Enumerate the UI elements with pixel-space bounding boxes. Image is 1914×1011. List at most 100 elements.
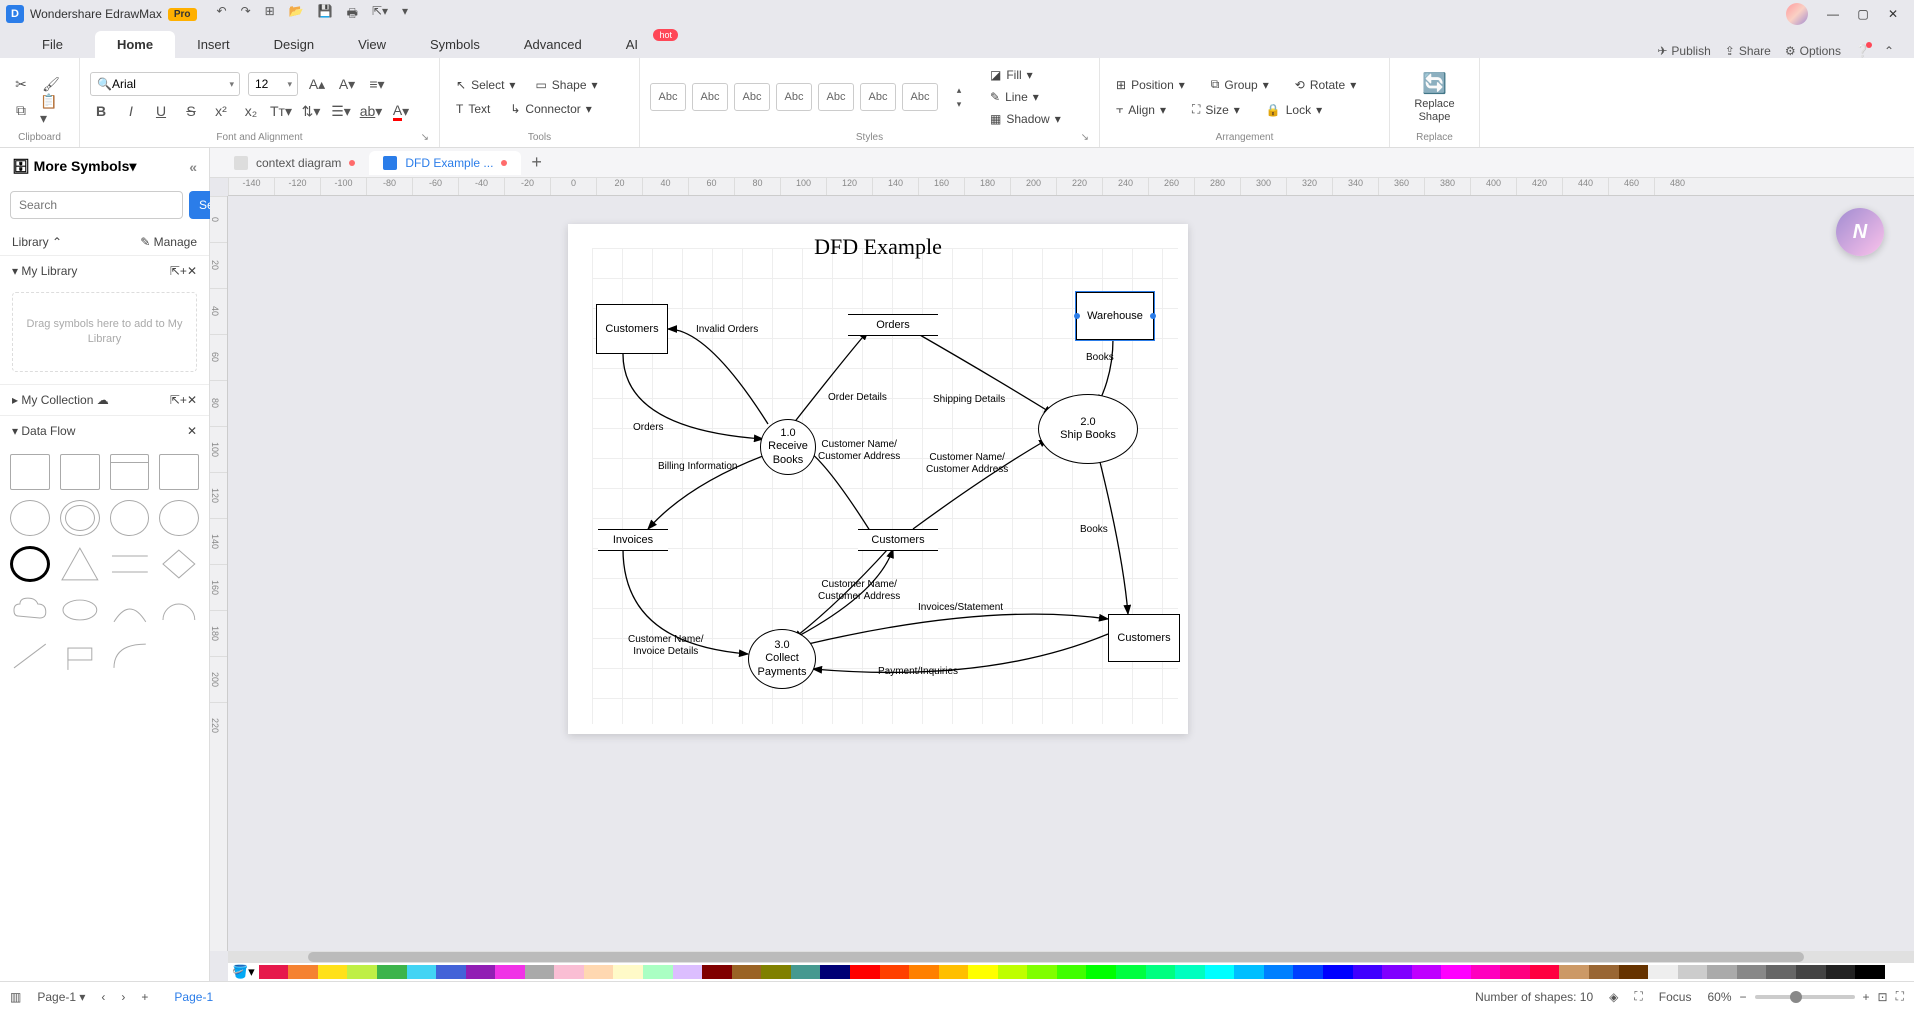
- color-swatch[interactable]: [1175, 965, 1205, 979]
- color-swatch[interactable]: [495, 965, 525, 979]
- color-swatch[interactable]: [1737, 965, 1767, 979]
- shape-rect[interactable]: [10, 454, 50, 490]
- drop-area[interactable]: Drag symbols here to add to My Library: [12, 292, 197, 372]
- horizontal-scrollbar[interactable]: [228, 951, 1914, 963]
- color-swatch[interactable]: [1146, 965, 1176, 979]
- shape-rect2[interactable]: [60, 454, 100, 490]
- connector-tool[interactable]: ↳ Connector ▾: [504, 99, 597, 119]
- color-swatch[interactable]: [1205, 965, 1235, 979]
- mycoll-import-icon[interactable]: ⇱: [170, 393, 180, 407]
- style-preset-2[interactable]: Abc: [692, 83, 728, 111]
- color-swatch[interactable]: [880, 965, 910, 979]
- position-dropdown[interactable]: ⊞ Position ▾: [1110, 75, 1191, 95]
- zoom-slider[interactable]: [1755, 995, 1855, 999]
- menu-symbols[interactable]: Symbols: [408, 31, 502, 58]
- paste-icon[interactable]: 📋▾: [40, 99, 62, 121]
- dataflow-close-icon[interactable]: ✕: [187, 424, 197, 438]
- shape-cloud[interactable]: [10, 592, 50, 628]
- style-prev-icon[interactable]: ▴: [948, 84, 970, 96]
- italic-icon[interactable]: I: [120, 100, 142, 122]
- color-swatch[interactable]: [288, 965, 318, 979]
- ai-assistant-button[interactable]: N: [1836, 208, 1884, 256]
- styles-launcher-icon[interactable]: ↘: [1081, 132, 1089, 143]
- dataflow-section[interactable]: ▾ Data Flow: [12, 424, 75, 438]
- color-swatch[interactable]: [820, 965, 850, 979]
- subscript-icon[interactable]: x₂: [240, 100, 262, 122]
- redo-icon[interactable]: ↷: [241, 4, 251, 25]
- color-swatch[interactable]: [1323, 965, 1353, 979]
- color-swatch[interactable]: [1530, 965, 1560, 979]
- color-swatch[interactable]: [1589, 965, 1619, 979]
- fit-page-icon[interactable]: ⊡: [1878, 990, 1888, 1004]
- decrease-font-icon[interactable]: A▾: [336, 73, 358, 95]
- shape-halfcircle[interactable]: [159, 592, 199, 628]
- shape-arc[interactable]: [110, 638, 150, 674]
- color-swatch[interactable]: [377, 965, 407, 979]
- color-swatch[interactable]: [1766, 965, 1796, 979]
- font-family-dropdown[interactable]: 🔍 Arial: [90, 72, 240, 96]
- fullscreen-icon[interactable]: ⛶: [1896, 989, 1904, 1004]
- mylib-import-icon[interactable]: ⇱: [170, 264, 180, 278]
- color-swatch[interactable]: [1707, 965, 1737, 979]
- color-swatch[interactable]: [1826, 965, 1856, 979]
- align-horiz-icon[interactable]: ≡▾: [366, 73, 388, 95]
- manage-link[interactable]: ✎ Manage: [140, 235, 197, 249]
- shape-circle3[interactable]: [159, 500, 199, 536]
- collapse-ribbon-icon[interactable]: ⌃: [1884, 44, 1894, 58]
- shape-rect-header[interactable]: [110, 454, 150, 490]
- shape-circle2[interactable]: [110, 500, 150, 536]
- shape-openrect[interactable]: [110, 546, 150, 582]
- color-swatch[interactable]: [1027, 965, 1057, 979]
- panel-collapse-icon[interactable]: «: [189, 159, 197, 175]
- bullets-icon[interactable]: ☰▾: [330, 100, 352, 122]
- color-swatch[interactable]: [1619, 965, 1649, 979]
- export-icon[interactable]: ⇱▾: [372, 4, 388, 25]
- style-next-icon[interactable]: ▾: [948, 98, 970, 110]
- color-swatch[interactable]: [1057, 965, 1087, 979]
- process-receive-books[interactable]: 1.0Receive Books: [760, 419, 816, 475]
- menu-file[interactable]: File: [20, 31, 85, 58]
- color-swatch[interactable]: [1264, 965, 1294, 979]
- color-swatch[interactable]: [259, 965, 289, 979]
- diagram-title[interactable]: DFD Example: [568, 234, 1188, 260]
- align-dropdown[interactable]: ⫟ Align ▾: [1110, 99, 1172, 120]
- mylib-close-icon[interactable]: ✕: [187, 264, 197, 278]
- minimize-icon[interactable]: —: [1818, 7, 1848, 21]
- color-swatch[interactable]: [1116, 965, 1146, 979]
- color-swatch[interactable]: [939, 965, 969, 979]
- entity-customers-1[interactable]: Customers: [596, 304, 668, 354]
- color-swatch[interactable]: [732, 965, 762, 979]
- style-preset-4[interactable]: Abc: [776, 83, 812, 111]
- color-swatch[interactable]: [1648, 965, 1678, 979]
- open-icon[interactable]: 📂: [289, 4, 304, 25]
- color-swatch[interactable]: [998, 965, 1028, 979]
- mylib-add-icon[interactable]: +: [180, 264, 187, 278]
- maximize-icon[interactable]: ▢: [1848, 7, 1878, 21]
- replace-shape-button[interactable]: 🔄Replace Shape: [1400, 67, 1469, 126]
- store-invoices[interactable]: Invoices: [598, 529, 668, 551]
- color-swatch[interactable]: [1471, 965, 1501, 979]
- mylibrary-section[interactable]: ▾ My Library: [12, 264, 77, 278]
- size-dropdown[interactable]: ⛶ Size ▾: [1186, 99, 1246, 120]
- add-page-icon[interactable]: +: [141, 990, 148, 1004]
- style-preset-1[interactable]: Abc: [650, 83, 686, 111]
- fill-dropdown[interactable]: ◪ Fill ▾: [984, 65, 1067, 85]
- layers-icon[interactable]: ◈: [1609, 990, 1618, 1004]
- superscript-icon[interactable]: x²: [210, 100, 232, 122]
- save-icon[interactable]: 💾: [318, 4, 333, 25]
- qat-more-icon[interactable]: ▾: [402, 4, 408, 25]
- shape-curve[interactable]: [110, 592, 150, 628]
- color-swatch[interactable]: [1796, 965, 1826, 979]
- copy-icon[interactable]: ⧉: [10, 99, 32, 121]
- increase-font-icon[interactable]: A▴: [306, 73, 328, 95]
- bold-icon[interactable]: B: [90, 100, 112, 122]
- zoom-out-icon[interactable]: −: [1740, 990, 1747, 1004]
- highlight-icon[interactable]: ab▾: [360, 100, 382, 122]
- entity-customers-2[interactable]: Customers: [1108, 614, 1180, 662]
- font-size-dropdown[interactable]: 12: [248, 72, 298, 96]
- rotate-dropdown[interactable]: ⟲ Rotate ▾: [1289, 75, 1362, 95]
- new-icon[interactable]: ⊞: [265, 4, 275, 25]
- next-page-icon[interactable]: ›: [121, 990, 125, 1004]
- color-swatch[interactable]: [643, 965, 673, 979]
- publish-button[interactable]: ✈ Publish: [1657, 44, 1710, 58]
